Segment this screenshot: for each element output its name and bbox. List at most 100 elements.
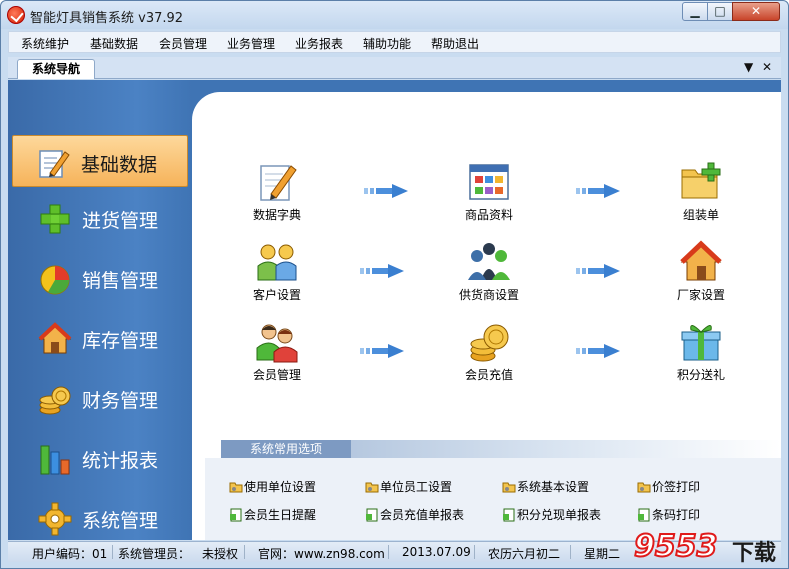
bar-chart-icon	[40, 445, 70, 475]
status-auth: 未授权	[202, 547, 239, 561]
tab-system-navigation[interactable]: 系统导航	[17, 59, 95, 79]
status-lunar-date: 农历六月初二	[488, 547, 561, 561]
house-icon	[38, 322, 72, 354]
option-price-tag-print[interactable]: 价签打印	[637, 478, 700, 495]
sidebar-item-label: 统计报表	[82, 450, 159, 472]
pie-chart-icon	[40, 265, 70, 295]
node-customer-settings[interactable]: 客户设置	[232, 240, 322, 303]
title-bar[interactable]: 智能灯具销售系统 v37.92 ▁ □ ✕	[1, 1, 788, 29]
people-group-icon	[468, 243, 510, 280]
sidebar-item-inventory[interactable]: 库存管理	[8, 312, 192, 364]
sidebar-item-label: 销售管理	[82, 270, 159, 292]
node-points-gift[interactable]: 积分送礼	[656, 320, 746, 383]
sidebar-item-label: 财务管理	[82, 390, 159, 412]
menu-business-reports[interactable]: 业务报表	[295, 35, 343, 52]
menu-member-management[interactable]: 会员管理	[159, 35, 207, 52]
folder-settings-icon	[637, 482, 651, 493]
status-user-code: 用户编码：01	[32, 547, 108, 561]
sidebar-item-system[interactable]: 系统管理	[8, 492, 192, 540]
green-file-icon	[366, 508, 378, 522]
plus-icon	[40, 204, 70, 234]
flow-arrow-icon	[360, 344, 404, 358]
tab-dropdown-icon[interactable]: ▼	[744, 60, 753, 74]
status-weekday: 星期二	[584, 547, 621, 561]
notepad-pencil-icon	[260, 165, 297, 201]
status-website: 官网：www.zn98.com	[258, 547, 385, 561]
coins-icon	[470, 324, 509, 362]
node-label: 客户设置	[252, 288, 301, 302]
node-assembly-order[interactable]: 组装单	[656, 160, 746, 223]
minimize-button[interactable]: ▁	[682, 2, 708, 21]
option-points-redeem-report[interactable]: 积分兑现单报表	[502, 506, 601, 523]
folder-settings-icon	[365, 482, 379, 493]
gift-box-icon	[681, 325, 721, 361]
sidebar-item-basic-data[interactable]: 基础数据	[12, 135, 188, 187]
flow-arrow-icon	[364, 184, 408, 198]
grid-window-icon	[469, 164, 509, 200]
sidebar-item-finance[interactable]: 财务管理	[8, 372, 192, 424]
tab-close-icon[interactable]: ✕	[762, 60, 772, 74]
edit-icon	[39, 150, 70, 178]
sidebar-item-label: 系统管理	[82, 510, 159, 532]
status-separator	[388, 545, 389, 559]
green-file-icon	[503, 508, 515, 522]
folder-plus-icon	[681, 162, 721, 199]
close-button[interactable]: ✕	[732, 2, 780, 21]
gear-icon	[38, 502, 72, 536]
flow-arrow-icon	[576, 264, 620, 278]
sidebar: 基础数据 进货管理 销售管理 库存管理 财务管理 统计报表 系统管理	[8, 80, 192, 540]
sidebar-item-sales[interactable]: 销售管理	[8, 252, 192, 304]
house-icon	[680, 240, 722, 281]
node-member-recharge[interactable]: 会员充值	[444, 320, 534, 383]
status-user-name: 系统管理员：	[118, 547, 191, 561]
flow-arrow-icon	[576, 344, 620, 358]
menu-basic-data[interactable]: 基础数据	[90, 35, 138, 52]
status-separator	[474, 545, 475, 559]
menu-system-maintenance[interactable]: 系统维护	[21, 35, 69, 52]
green-file-icon	[230, 508, 242, 522]
status-separator	[244, 545, 245, 559]
option-member-recharge-report[interactable]: 会员充值单报表	[365, 506, 464, 523]
sidebar-item-purchase[interactable]: 进货管理	[8, 192, 192, 244]
node-product-info[interactable]: 商品资料	[444, 160, 534, 223]
node-label: 组装单	[682, 208, 719, 222]
app-window: 智能灯具销售系统 v37.92 ▁ □ ✕ 系统维护 基础数据 会员管理 业务管…	[0, 0, 789, 569]
folder-settings-icon	[229, 482, 243, 493]
node-supplier-settings[interactable]: 供货商设置	[444, 240, 534, 303]
main-content: 基础数据 进货管理 销售管理 库存管理 财务管理 统计报表 系统管理 数据字典 …	[8, 80, 781, 540]
menu-auxiliary[interactable]: 辅助功能	[363, 35, 411, 52]
option-barcode-print[interactable]: 条码打印	[637, 506, 700, 523]
node-label: 供货商设置	[458, 288, 519, 302]
option-unit-settings[interactable]: 使用单位设置	[229, 478, 316, 495]
status-date: 2013.07.09	[402, 545, 471, 559]
watermark-logo: 9553 下载	[633, 528, 777, 566]
flow-arrow-icon	[360, 264, 404, 278]
window-title: 智能灯具销售系统 v37.92	[30, 11, 184, 26]
options-header: 系统常用选项	[221, 440, 351, 458]
sidebar-item-label: 基础数据	[81, 154, 158, 176]
green-file-icon	[638, 508, 650, 522]
node-label: 会员充值	[464, 368, 513, 382]
node-label: 会员管理	[252, 368, 301, 382]
flow-arrow-icon	[576, 184, 620, 198]
maximize-button[interactable]: □	[707, 2, 733, 21]
app-logo-icon	[7, 6, 25, 24]
node-data-dictionary[interactable]: 数据字典	[232, 160, 322, 223]
node-member-management[interactable]: 会员管理	[232, 320, 322, 383]
option-system-basic-settings[interactable]: 系统基本设置	[502, 478, 589, 495]
member-users-icon	[256, 324, 298, 363]
option-member-birthday[interactable]: 会员生日提醒	[229, 506, 316, 523]
tab-strip: 系统导航 ▼ ✕	[8, 57, 781, 79]
node-label: 积分送礼	[676, 368, 725, 382]
options-area	[205, 458, 781, 540]
coins-icon	[39, 386, 71, 415]
node-manufacturer-settings[interactable]: 厂家设置	[656, 240, 746, 303]
menu-help-exit[interactable]: 帮助退出	[431, 35, 479, 52]
folder-settings-icon	[502, 482, 516, 493]
node-label: 商品资料	[464, 208, 513, 222]
option-staff-settings[interactable]: 单位员工设置	[365, 478, 452, 495]
two-users-icon	[257, 244, 297, 281]
sidebar-item-reports[interactable]: 统计报表	[8, 432, 192, 484]
status-separator	[112, 545, 113, 559]
menu-business-management[interactable]: 业务管理	[227, 35, 275, 52]
